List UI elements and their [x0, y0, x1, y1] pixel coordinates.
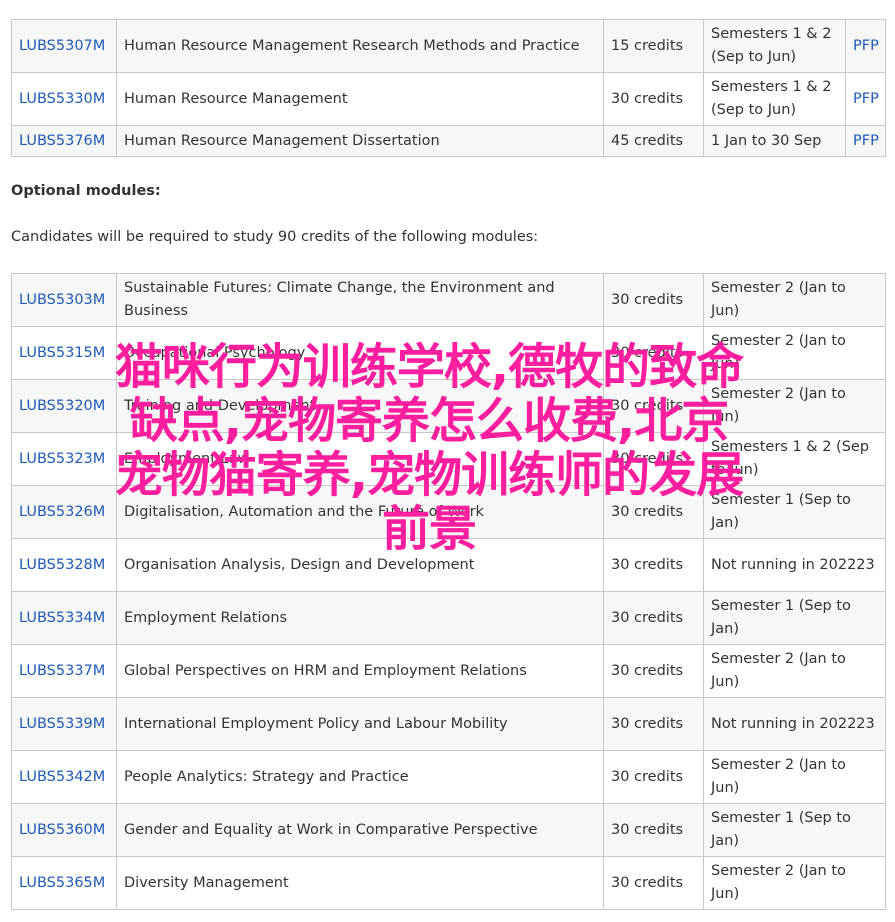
module-code-link[interactable]: LUBS5307M: [19, 38, 105, 54]
module-title: Human Resource Management Dissertation: [116, 125, 604, 157]
module-semester: Not running in 202223: [703, 697, 886, 751]
module-title: Training and Development: [116, 379, 604, 433]
table-row: LUBS5320M Training and Development 30 cr…: [11, 379, 886, 433]
module-title: Gender and Equality at Work in Comparati…: [116, 803, 604, 857]
table-row: LUBS5307M Human Resource Management Rese…: [11, 19, 886, 73]
module-code-link[interactable]: LUBS5315M: [19, 345, 105, 361]
module-credits: 30 credits: [603, 644, 704, 698]
module-semester: Semester 1 (Sep to Jan): [703, 485, 886, 539]
module-code-link[interactable]: LUBS5328M: [19, 557, 105, 573]
module-code-link[interactable]: LUBS5334M: [19, 610, 105, 626]
module-title: International Employment Policy and Labo…: [116, 697, 604, 751]
module-code-link[interactable]: LUBS5337M: [19, 663, 105, 679]
module-semester: Not running in 202223: [703, 538, 886, 592]
module-credits: 30 credits: [603, 856, 704, 910]
module-semester: Semester 2 (Jan to Jun): [703, 644, 886, 698]
module-title: Digitalisation, Automation and the Futur…: [116, 485, 604, 539]
module-semester: Semester 2 (Jan to Jun): [703, 750, 886, 804]
module-credits: 30 credits: [603, 697, 704, 751]
module-credits: 30 credits: [603, 379, 704, 433]
table-row: LUBS5303M Sustainable Futures: Climate C…: [11, 273, 886, 327]
module-credits: 30 credits: [603, 750, 704, 804]
module-credits: 30 credits: [603, 485, 704, 539]
core-modules-table: LUBS5307M Human Resource Management Rese…: [11, 19, 886, 157]
table-row: LUBS5342M People Analytics: Strategy and…: [11, 750, 886, 804]
module-code-link[interactable]: LUBS5323M: [19, 451, 105, 467]
module-semester: Semesters 1 & 2 (Sep to Jun): [703, 432, 886, 486]
module-title: Human Resource Management Research Metho…: [116, 19, 604, 73]
module-semester: Semester 2 (Jan to Jun): [703, 273, 886, 327]
module-credits: 30 credits: [603, 803, 704, 857]
pfp-link[interactable]: PFP: [853, 133, 879, 149]
module-code-link[interactable]: LUBS5360M: [19, 822, 105, 838]
module-title: Employment Relations: [116, 591, 604, 645]
module-credits: 45 credits: [603, 125, 704, 157]
module-semester: Semester 2 (Jan to Jun): [703, 326, 886, 380]
module-semester: Semester 1 (Sep to Jan): [703, 591, 886, 645]
module-credits: 30 credits: [603, 591, 704, 645]
module-credits: 30 credits: [603, 273, 704, 327]
module-title: Organisation Analysis, Design and Develo…: [116, 538, 604, 592]
module-credits: 30 credits: [603, 326, 704, 380]
pfp-link[interactable]: PFP: [853, 91, 879, 107]
module-title: Sustainable Futures: Climate Change, the…: [116, 273, 604, 327]
module-title: People Analytics: Strategy and Practice: [116, 750, 604, 804]
module-title: Human Resource Management: [116, 72, 604, 126]
module-code-link[interactable]: LUBS5376M: [19, 133, 105, 149]
module-title: Occupational Psychology: [116, 326, 604, 380]
optional-modules-table: LUBS5303M Sustainable Futures: Climate C…: [11, 273, 886, 910]
table-row: LUBS5330M Human Resource Management 30 c…: [11, 72, 886, 126]
optional-modules-description: Candidates will be required to study 90 …: [11, 229, 539, 245]
module-title: Diversity Management: [116, 856, 604, 910]
module-credits: 30 credits: [603, 538, 704, 592]
module-code-link[interactable]: LUBS5339M: [19, 716, 105, 732]
table-row: LUBS5328M Organisation Analysis, Design …: [11, 538, 886, 592]
table-row: LUBS5334M Employment Relations 30 credit…: [11, 591, 886, 645]
module-code-link[interactable]: LUBS5326M: [19, 504, 105, 520]
module-code-link[interactable]: LUBS5365M: [19, 875, 105, 891]
table-row: LUBS5360M Gender and Equality at Work in…: [11, 803, 886, 857]
table-row: LUBS5339M International Employment Polic…: [11, 697, 886, 751]
table-row: LUBS5323M Employment Law 30 credits Seme…: [11, 432, 886, 486]
module-semester: 1 Jan to 30 Sep: [703, 125, 846, 157]
module-credits: 30 credits: [603, 72, 704, 126]
table-row: LUBS5376M Human Resource Management Diss…: [11, 125, 886, 157]
module-semester: Semester 1 (Sep to Jan): [703, 803, 886, 857]
module-semester: Semesters 1 & 2 (Sep to Jun): [703, 72, 846, 126]
module-code-link[interactable]: LUBS5342M: [19, 769, 105, 785]
module-credits: 15 credits: [603, 19, 704, 73]
module-title: Employment Law: [116, 432, 604, 486]
module-code-link[interactable]: LUBS5303M: [19, 292, 105, 308]
table-row: LUBS5326M Digitalisation, Automation and…: [11, 485, 886, 539]
module-semester: Semester 2 (Jan to Jun): [703, 856, 886, 910]
module-code-link[interactable]: LUBS5330M: [19, 91, 105, 107]
module-credits: 30 credits: [603, 432, 704, 486]
module-code-link[interactable]: LUBS5320M: [19, 398, 105, 414]
module-title: Global Perspectives on HRM and Employmen…: [116, 644, 604, 698]
module-semester: Semester 2 (Jan to Jun): [703, 379, 886, 433]
module-semester: Semesters 1 & 2 (Sep to Jun): [703, 19, 846, 73]
pfp-link[interactable]: PFP: [853, 38, 879, 54]
table-row: LUBS5337M Global Perspectives on HRM and…: [11, 644, 886, 698]
table-row: LUBS5365M Diversity Management 30 credit…: [11, 856, 886, 910]
optional-modules-heading: Optional modules:: [11, 183, 161, 199]
table-row: LUBS5315M Occupational Psychology 30 cre…: [11, 326, 886, 380]
